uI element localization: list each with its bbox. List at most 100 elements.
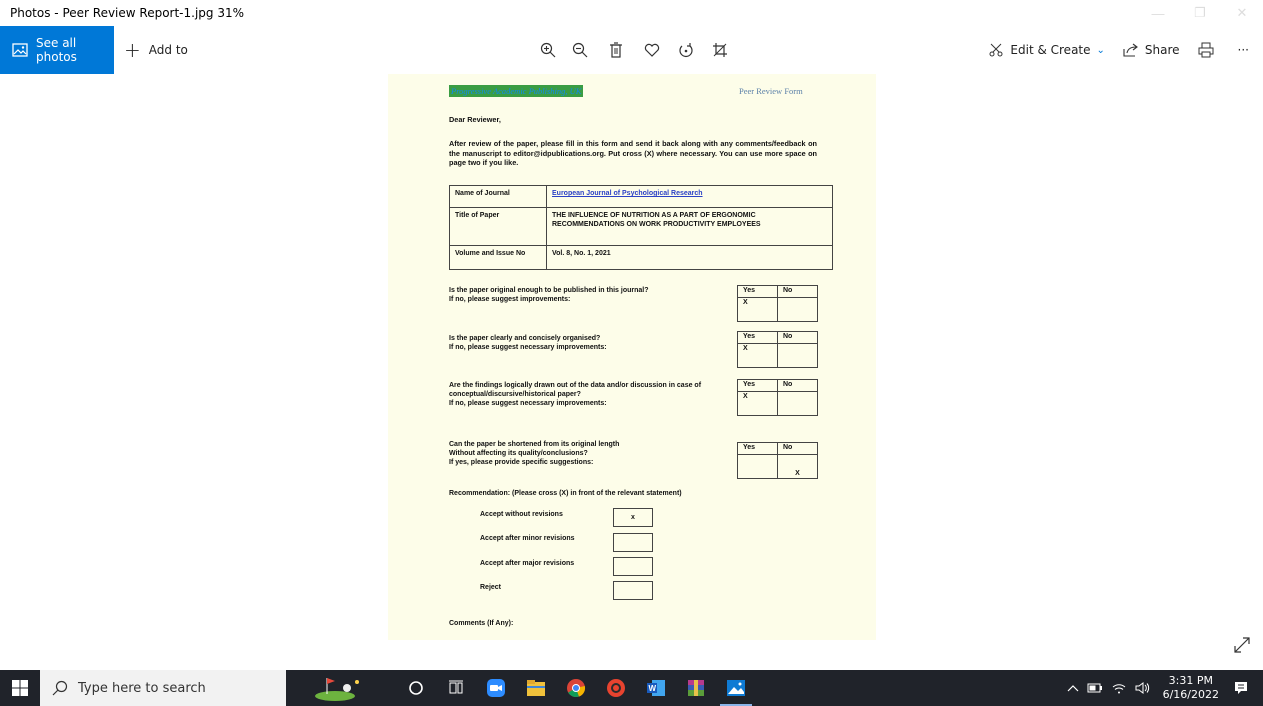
see-all-photos-button[interactable]: See all photos (0, 26, 114, 74)
no-mark: X (777, 454, 818, 479)
zoom-in-icon (532, 34, 564, 66)
crop-icon (704, 34, 736, 66)
golf-widget[interactable] (286, 670, 396, 706)
browser-icon (607, 679, 625, 697)
battery-icon[interactable] (1087, 683, 1103, 693)
question-text-line: Are the findings logically drawn out of … (449, 382, 702, 398)
yes-mark (737, 454, 778, 479)
volume-icon[interactable] (1135, 682, 1151, 694)
system-tray: 3:31 PM 6/16/2022 (1063, 670, 1263, 706)
question-3: Are the findings logically drawn out of … (449, 381, 739, 408)
no-header: No (777, 379, 818, 392)
yes-mark: X (737, 391, 778, 416)
paper-details-table: Name of Journal European Journal of Psyc… (449, 185, 833, 270)
windows-icon (12, 680, 28, 696)
form-title: Peer Review Form (739, 86, 803, 96)
yes-header: Yes (737, 442, 778, 455)
winrar-icon (688, 680, 704, 696)
favorite-button[interactable] (636, 26, 668, 74)
zoom-app[interactable] (476, 670, 516, 706)
yes-mark: X (737, 343, 778, 368)
chrome-app[interactable] (556, 670, 596, 706)
search-icon (52, 680, 68, 696)
question-text-line: Can the paper be shortened from its orig… (449, 441, 620, 448)
share-label: Share (1144, 43, 1180, 57)
photos-toolbar: See all photos + Add to Edit & Create ⌄ … (0, 26, 1263, 74)
heart-icon (636, 34, 668, 66)
recommendation-heading: Recommendation: (Please cross (X) in fro… (449, 490, 682, 497)
table-label: Title of Paper (449, 207, 547, 246)
question-text-line: If no, please suggest necessary improvem… (449, 400, 607, 407)
zoom-out-button[interactable] (564, 26, 596, 74)
journal-name: European Journal of Psychological Resear… (546, 185, 833, 208)
expand-icon[interactable] (1233, 636, 1251, 659)
intro-paragraph: After review of the paper, please fill i… (449, 139, 817, 167)
maximize-button[interactable]: ❐ (1179, 0, 1221, 26)
no-header: No (777, 331, 818, 344)
question-text-line: Is the paper clearly and concisely organ… (449, 335, 601, 342)
recommendation-box (613, 533, 653, 552)
edit-create-button[interactable]: Edit & Create ⌄ (988, 42, 1105, 58)
no-header: No (777, 285, 818, 298)
add-to-label: Add to (148, 43, 188, 57)
search-placeholder: Type here to search (78, 680, 206, 696)
question-text-line: If yes, please provide specific suggesti… (449, 459, 594, 466)
zoom-in-button[interactable] (532, 26, 564, 74)
file-explorer-app[interactable] (516, 670, 556, 706)
question-text-line: Is the paper original enough to be publi… (449, 287, 649, 294)
paper-title: THE INFLUENCE OF NUTRITION AS A PART OF … (546, 207, 833, 246)
title-bar: Photos - Peer Review Report-1.jpg 31% — … (0, 0, 1263, 26)
question-2: Is the paper clearly and concisely organ… (449, 334, 739, 352)
taskbar-search-box[interactable]: Type here to search (40, 670, 286, 706)
table-label: Name of Journal (449, 185, 547, 208)
more-options-button[interactable]: ··· (1238, 43, 1249, 57)
start-button[interactable] (0, 670, 40, 706)
yes-no-box: Yes No X (737, 285, 818, 322)
more-icon: ··· (1237, 43, 1249, 57)
recommendation-label: Accept after minor revisions (480, 535, 575, 542)
taskbar: Type here to search W 3:31 PM 6/16/2022 (0, 670, 1263, 706)
recommendation-label: Reject (480, 584, 502, 591)
task-view-button[interactable] (436, 670, 476, 706)
browser-app[interactable] (596, 670, 636, 706)
cortana-icon (409, 681, 423, 695)
photos-app[interactable] (716, 670, 756, 706)
rotate-icon (670, 34, 702, 66)
table-row: Title of Paper THE INFLUENCE OF NUTRITIO… (449, 207, 833, 246)
journal-link[interactable]: European Journal of Psychological Resear… (552, 190, 703, 197)
rotate-button[interactable] (670, 26, 702, 74)
no-mark (777, 343, 818, 368)
yes-no-box: Yes No X (737, 379, 818, 416)
add-to-button[interactable]: + Add to (124, 26, 188, 74)
delete-button[interactable] (600, 26, 632, 74)
image-viewer[interactable]: Progressive Academic Publishing, UK Peer… (0, 74, 1263, 670)
crop-button[interactable] (704, 26, 736, 74)
chevron-down-icon: ⌄ (1096, 44, 1105, 56)
clock[interactable]: 3:31 PM 6/16/2022 (1163, 674, 1219, 702)
yes-no-box: Yes No X (737, 442, 818, 479)
no-mark (777, 297, 818, 322)
minimize-button[interactable]: — (1137, 0, 1179, 26)
print-icon (1198, 42, 1214, 58)
share-button[interactable]: Share (1123, 42, 1180, 58)
table-row: Name of Journal European Journal of Psyc… (449, 185, 833, 208)
yes-header: Yes (737, 331, 778, 344)
share-icon (1123, 43, 1138, 57)
word-icon: W (647, 680, 665, 696)
chrome-icon (567, 679, 586, 698)
cortana-button[interactable] (396, 670, 436, 706)
word-app[interactable]: W (636, 670, 676, 706)
question-text-line: Without affecting its quality/conclusion… (449, 450, 588, 457)
notification-icon[interactable] (1233, 680, 1249, 696)
recommendation-label: Accept after major revisions (480, 560, 575, 567)
question-4: Can the paper be shortened from its orig… (449, 440, 739, 467)
winrar-app[interactable] (676, 670, 716, 706)
chevron-up-icon[interactable] (1067, 683, 1079, 693)
close-button[interactable]: ✕ (1221, 0, 1263, 26)
print-button[interactable] (1198, 42, 1220, 58)
greeting: Dear Reviewer, (449, 115, 501, 124)
recommendation-box (613, 557, 653, 576)
wifi-icon[interactable] (1111, 682, 1127, 694)
yes-no-box: Yes No X (737, 331, 818, 368)
recommendation-box: x (613, 508, 653, 527)
